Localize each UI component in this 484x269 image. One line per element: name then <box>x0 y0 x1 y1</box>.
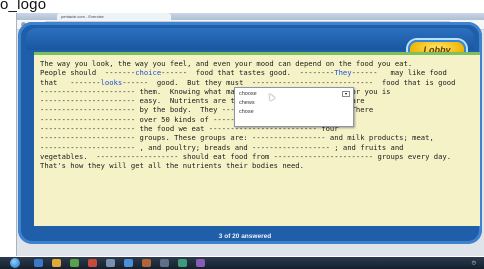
browser-icon[interactable] <box>34 259 43 267</box>
passage-line: People should ------- <box>40 68 136 78</box>
window-icon[interactable] <box>142 259 151 267</box>
chevron-down-icon[interactable]: ▾ <box>342 91 350 97</box>
passage-line: ------ good. But they must -------------… <box>122 77 456 87</box>
window-icon[interactable] <box>124 259 133 267</box>
app-icon[interactable] <box>88 259 97 267</box>
browser-tab[interactable]: pentacle.com - Exercise <box>57 13 171 20</box>
window-icon[interactable] <box>196 259 205 267</box>
passage-panel: The way you look, the way you feel, and … <box>34 52 480 226</box>
folder-icon[interactable] <box>52 259 61 267</box>
word-choice-dropdown[interactable]: ▾ choose chews chose <box>234 87 354 127</box>
passage-line: The way you look, the way you feel, and … <box>40 59 413 68</box>
answer-choice[interactable]: choice <box>135 68 161 77</box>
clock-icon: ◷ <box>471 260 476 266</box>
start-icon[interactable] <box>10 258 20 268</box>
dropdown-option[interactable]: choose <box>239 91 257 97</box>
passage-line: ------ food that tastes good. -------- <box>161 68 335 78</box>
passage-line: ------ may like food <box>351 68 447 78</box>
passage-line[interactable]: vegetables. ------------------- should e… <box>40 152 451 161</box>
window-icon[interactable] <box>178 259 187 267</box>
passage-line[interactable]: ---------------------- groups. These gro… <box>40 133 434 142</box>
answer-they[interactable]: They <box>334 68 351 77</box>
browser-titlebar: pentacle.com - Exercise <box>17 13 484 20</box>
media-icon[interactable] <box>70 259 79 267</box>
answered-count: 3 of 20 answered <box>218 233 272 240</box>
passage-line: that ------- <box>40 77 101 87</box>
passage-line: That's how they will get all the nutrien… <box>40 161 304 171</box>
activity-header <box>26 28 474 50</box>
window-icon[interactable] <box>160 259 169 267</box>
dropdown-option[interactable]: chose <box>239 109 254 115</box>
taskbar: ◷ <box>0 257 484 269</box>
answer-looks[interactable]: looks <box>101 78 123 87</box>
window-icon[interactable] <box>106 259 115 267</box>
passage-line[interactable]: ---------------------- , and poultry; br… <box>40 143 404 152</box>
dropdown-option[interactable]: chews <box>239 100 255 106</box>
watermark-logo: o_logo <box>0 0 47 13</box>
